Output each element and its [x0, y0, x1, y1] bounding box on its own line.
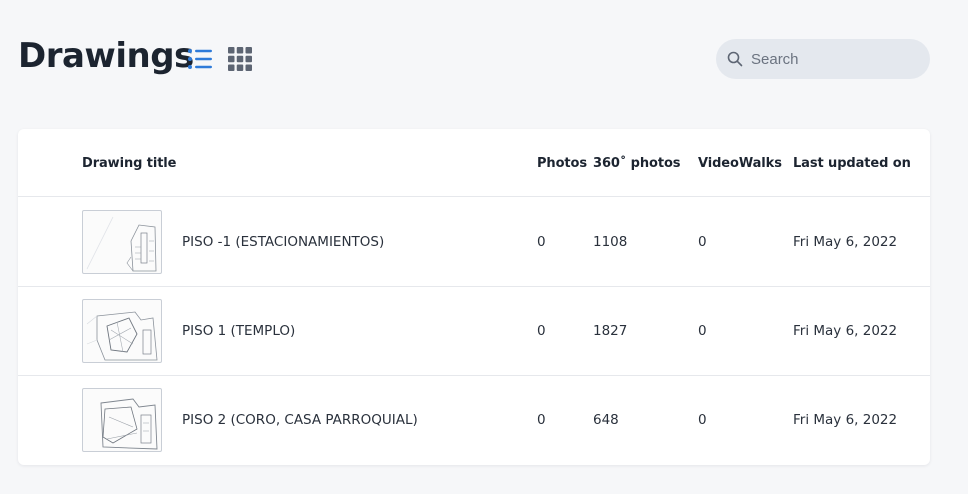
- table-row[interactable]: PISO 1 (TEMPLO) 0 1827 0 Fri May 6, 2022: [18, 287, 930, 376]
- drawing-thumbnail[interactable]: [82, 210, 162, 274]
- grid-icon: [228, 47, 252, 71]
- photos-count: 0: [537, 412, 546, 428]
- table-header: Drawing title Photos 360˚ photos VideoWa…: [18, 129, 930, 197]
- column-header-last-updated[interactable]: Last updated on: [793, 156, 911, 171]
- floor-plan-thumbnail-image: [86, 311, 158, 361]
- videowalks-count: 0: [698, 412, 707, 428]
- drawing-title[interactable]: PISO 2 (CORO, CASA PARROQUIAL): [182, 412, 418, 428]
- table-row[interactable]: PISO 2 (CORO, CASA PARROQUIAL) 0 648 0 F…: [18, 376, 930, 465]
- last-updated-date: Fri May 6, 2022: [793, 412, 898, 428]
- column-header-drawing-title[interactable]: Drawing title: [82, 156, 176, 171]
- 360-photos-count: 1827: [593, 323, 628, 339]
- column-header-videowalks[interactable]: VideoWalks: [698, 156, 782, 171]
- drawing-title[interactable]: PISO 1 (TEMPLO): [182, 323, 295, 339]
- 360-photos-count: 648: [593, 412, 619, 428]
- column-header-360-photos[interactable]: 360˚ photos: [593, 156, 681, 171]
- search-box[interactable]: [716, 39, 930, 79]
- column-header-photos[interactable]: Photos: [537, 156, 587, 171]
- grid-view-button[interactable]: [225, 44, 255, 74]
- drawing-title[interactable]: PISO -1 (ESTACIONAMIENTOS): [182, 234, 384, 250]
- page-title: Drawings: [18, 36, 194, 76]
- videowalks-count: 0: [698, 234, 707, 250]
- list-icon: [188, 49, 212, 69]
- 360-photos-count: 1108: [593, 234, 628, 250]
- drawing-thumbnail[interactable]: [82, 388, 162, 452]
- table-row[interactable]: PISO -1 (ESTACIONAMIENTOS) 0 1108 0 Fri …: [18, 198, 930, 287]
- videowalks-count: 0: [698, 323, 707, 339]
- floor-plan-thumbnail-image: [100, 398, 158, 450]
- drawings-table: Drawing title Photos 360˚ photos VideoWa…: [18, 129, 930, 465]
- last-updated-date: Fri May 6, 2022: [793, 323, 898, 339]
- last-updated-date: Fri May 6, 2022: [793, 234, 898, 250]
- photos-count: 0: [537, 323, 546, 339]
- search-input[interactable]: [751, 50, 921, 68]
- drawing-thumbnail[interactable]: [82, 299, 162, 363]
- list-view-button[interactable]: [185, 44, 215, 74]
- photos-count: 0: [537, 234, 546, 250]
- search-icon: [727, 51, 743, 67]
- floor-plan-thumbnail-image: [86, 216, 157, 272]
